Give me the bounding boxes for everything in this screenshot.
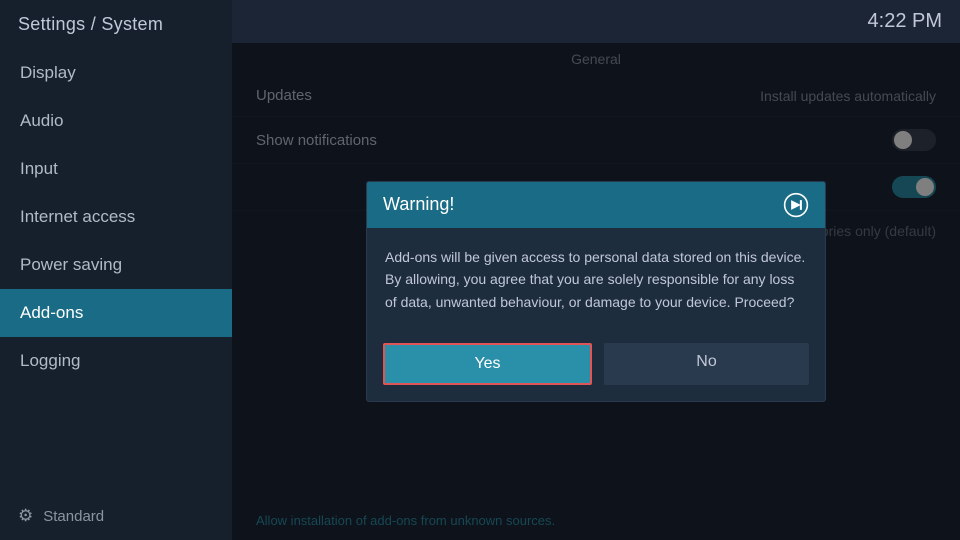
sidebar: Settings / System Display Audio Input In…	[0, 0, 232, 540]
page-title: Settings / System	[0, 0, 232, 49]
modal-body: Add-ons will be given access to personal…	[367, 228, 825, 331]
modal-buttons: Yes No	[367, 331, 825, 401]
profile-label: Standard	[43, 508, 104, 525]
sidebar-item-power-saving[interactable]: Power saving	[0, 241, 232, 289]
modal-title: Warning!	[383, 194, 454, 215]
no-button[interactable]: No	[604, 343, 809, 385]
sidebar-item-display[interactable]: Display	[0, 49, 232, 97]
sidebar-item-label: Input	[20, 159, 58, 179]
topbar: 4:22 PM	[232, 0, 960, 43]
sidebar-item-label: Audio	[20, 111, 63, 131]
sidebar-item-label: Internet access	[20, 207, 135, 227]
modal-overlay: Warning! Add-ons will be given access to…	[232, 43, 960, 540]
kodi-logo-icon[interactable]	[783, 192, 809, 218]
main-content: 4:22 PM General Updates Install updates …	[232, 0, 960, 540]
sidebar-footer: ⚙ Standard	[0, 492, 232, 540]
sidebar-nav: Display Audio Input Internet access Powe…	[0, 49, 232, 492]
yes-button[interactable]: Yes	[383, 343, 592, 385]
sidebar-item-label: Logging	[20, 351, 81, 371]
sidebar-item-logging[interactable]: Logging	[0, 337, 232, 385]
gear-icon: ⚙	[18, 506, 33, 526]
warning-modal: Warning! Add-ons will be given access to…	[366, 181, 826, 402]
sidebar-item-input[interactable]: Input	[0, 145, 232, 193]
modal-header: Warning!	[367, 182, 825, 228]
sidebar-item-label: Display	[20, 63, 76, 83]
settings-content: General Updates Install updates automati…	[232, 43, 960, 540]
sidebar-item-internet-access[interactable]: Internet access	[0, 193, 232, 241]
sidebar-item-label: Add-ons	[20, 303, 83, 323]
clock: 4:22 PM	[868, 10, 942, 33]
sidebar-item-audio[interactable]: Audio	[0, 97, 232, 145]
sidebar-item-label: Power saving	[20, 255, 122, 275]
sidebar-item-add-ons[interactable]: Add-ons	[0, 289, 232, 337]
